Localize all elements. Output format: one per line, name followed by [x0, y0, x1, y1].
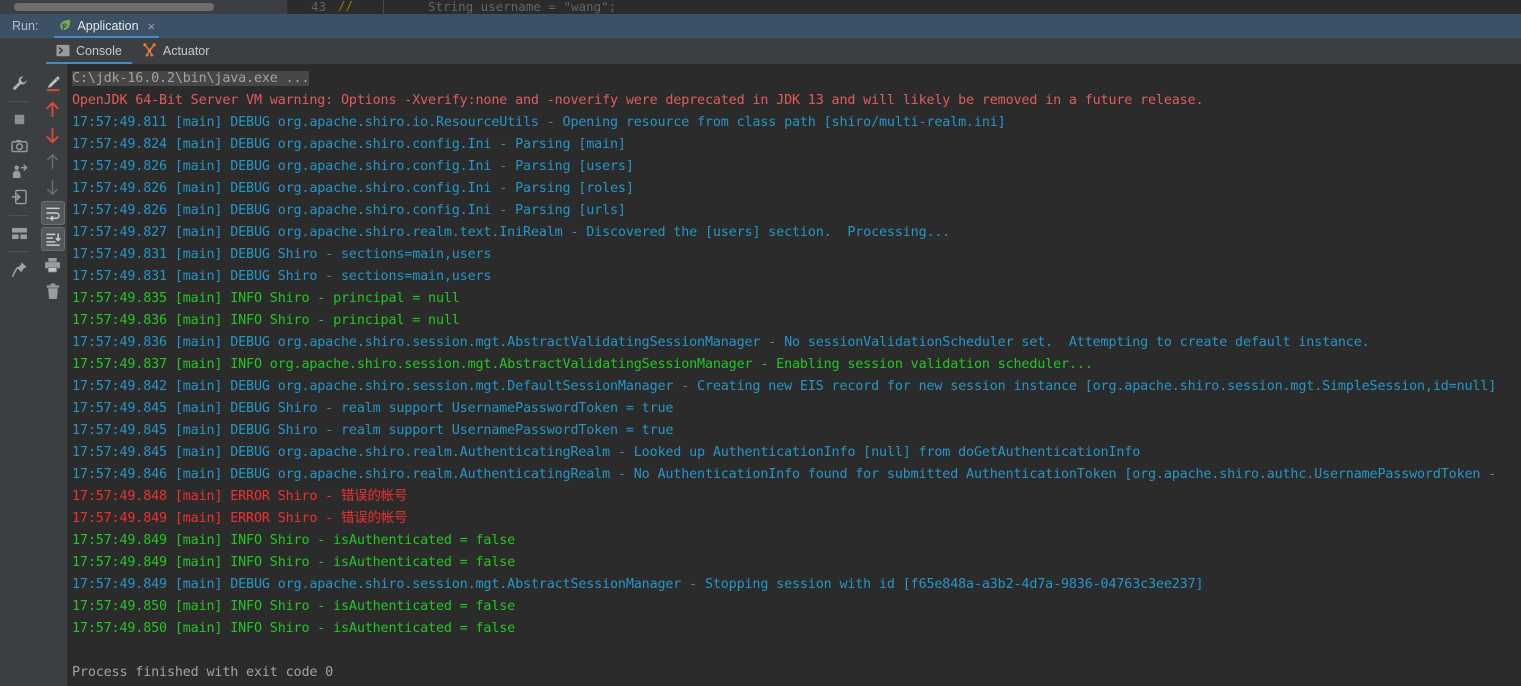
- console-vertical-scrollbar[interactable]: [1516, 64, 1521, 686]
- editor-gutter-edge: [383, 0, 384, 14]
- console-line: 17:57:49.848 [main] ERROR Shiro - 错误的帐号: [72, 489, 408, 504]
- console-subtab-bar: Console Actuator: [0, 38, 1521, 64]
- actuator-icon: [142, 42, 157, 61]
- console-line: 17:57:49.826 [main] DEBUG org.apache.shi…: [72, 203, 626, 218]
- tab-actuator-label: Actuator: [162, 44, 210, 58]
- console-line: Process finished with exit code 0: [72, 665, 334, 680]
- console-line: 17:57:49.836 [main] INFO Shiro - princip…: [72, 313, 460, 328]
- console-line: C:\jdk-16.0.2\bin\java.exe ...: [72, 68, 1516, 90]
- console-line: 17:57:49.837 [main] INFO org.apache.shir…: [72, 357, 1093, 372]
- editor-horizontal-scrollbar-track[interactable]: [0, 0, 288, 14]
- console-lines-container: C:\jdk-16.0.2\bin\java.exe ... OpenJDK 64…: [67, 64, 1516, 684]
- layout-icon[interactable]: [7, 221, 31, 245]
- spring-boot-leaf-icon: [58, 17, 72, 36]
- run-toolbar-left: [0, 64, 38, 686]
- settings-wrench-icon[interactable]: [7, 71, 31, 95]
- run-tab-application[interactable]: Application ×: [54, 14, 160, 38]
- console-line: OpenJDK 64-Bit Server VM warning: Option…: [72, 93, 1204, 108]
- close-icon[interactable]: ×: [148, 20, 156, 33]
- console-line: 17:57:49.826 [main] DEBUG org.apache.shi…: [72, 181, 634, 196]
- run-tool-window-header: Run: Application ×: [0, 14, 1521, 38]
- editor-line-number: 43: [310, 0, 326, 14]
- highlight-marker-icon[interactable]: [41, 71, 65, 95]
- console-line: 17:57:49.811 [main] DEBUG org.apache.shi…: [72, 115, 1006, 130]
- editor-code-line: String username = "wang";: [428, 0, 617, 14]
- console-line: 17:57:49.850 [main] INFO Shiro - isAuthe…: [72, 599, 516, 614]
- console-command-highlight: C:\jdk-16.0.2\bin\java.exe ...: [72, 71, 310, 86]
- down-red-arrow-icon[interactable]: [41, 123, 65, 147]
- export-icon[interactable]: [7, 185, 31, 209]
- editor-sliver: 43 // String username = "wang";: [0, 0, 1521, 14]
- console-line: 17:57:49.849 [main] INFO Shiro - isAuthe…: [72, 555, 516, 570]
- console-line: 17:57:49.826 [main] DEBUG org.apache.shi…: [72, 159, 634, 174]
- console-line: 17:57:49.842 [main] DEBUG org.apache.shi…: [72, 379, 1497, 394]
- pin-tab-icon[interactable]: [7, 257, 31, 281]
- toolbar-separator: [9, 101, 29, 102]
- thread-dump-icon[interactable]: [7, 159, 31, 183]
- stop-icon[interactable]: [7, 107, 31, 131]
- toolbar-separator: [9, 215, 29, 216]
- print-icon[interactable]: [41, 253, 65, 277]
- console-line: 17:57:49.831 [main] DEBUG Shiro - sectio…: [72, 269, 492, 284]
- console-line: 17:57:49.831 [main] DEBUG Shiro - sectio…: [72, 247, 492, 262]
- trash-icon[interactable]: [41, 279, 65, 303]
- console-line: 17:57:49.827 [main] DEBUG org.apache.shi…: [72, 225, 951, 240]
- run-tab-label: Application: [77, 19, 139, 33]
- console-line: 17:57:49.836 [main] DEBUG org.apache.shi…: [72, 335, 1370, 350]
- console-line: 17:57:49.824 [main] DEBUG org.apache.shi…: [72, 137, 626, 152]
- console-line: 17:57:49.849 [main] INFO Shiro - isAuthe…: [72, 533, 516, 548]
- scroll-to-end-icon[interactable]: [40, 227, 65, 251]
- console-line: 17:57:49.845 [main] DEBUG Shiro - realm …: [72, 423, 674, 438]
- tab-console[interactable]: Console: [46, 38, 132, 64]
- console-line: 17:57:49.850 [main] INFO Shiro - isAuthe…: [72, 621, 516, 636]
- down-gray-arrow-icon: [41, 175, 65, 199]
- tab-bar-right-edge: [1516, 14, 1521, 38]
- console-output-panel[interactable]: C:\jdk-16.0.2\bin\java.exe ... OpenJDK 64…: [67, 64, 1516, 686]
- console-line: 17:57:49.845 [main] DEBUG Shiro - realm …: [72, 401, 674, 416]
- up-red-arrow-icon[interactable]: [41, 97, 65, 121]
- tab-actuator[interactable]: Actuator: [132, 38, 220, 64]
- console-line: 17:57:49.845 [main] DEBUG org.apache.shi…: [72, 445, 1141, 460]
- console-line: 17:57:49.846 [main] DEBUG org.apache.shi…: [72, 467, 1497, 482]
- console-line: 17:57:49.849 [main] ERROR Shiro - 错误的帐号: [72, 511, 408, 526]
- editor-horizontal-scrollbar-thumb[interactable]: [14, 3, 214, 11]
- console-icon: [56, 42, 70, 61]
- editor-fold-marker[interactable]: //: [338, 0, 353, 13]
- tab-console-label: Console: [76, 44, 122, 58]
- toolbar-separator: [9, 251, 29, 252]
- console-line: 17:57:49.849 [main] DEBUG org.apache.shi…: [72, 577, 1204, 592]
- run-toolbar-console-actions: [38, 64, 67, 686]
- camera-snapshot-icon[interactable]: [7, 133, 31, 157]
- console-line: 17:57:49.835 [main] INFO Shiro - princip…: [72, 291, 460, 306]
- up-gray-arrow-icon: [41, 149, 65, 173]
- soft-wrap-icon[interactable]: [40, 201, 65, 225]
- run-label: Run:: [12, 19, 39, 33]
